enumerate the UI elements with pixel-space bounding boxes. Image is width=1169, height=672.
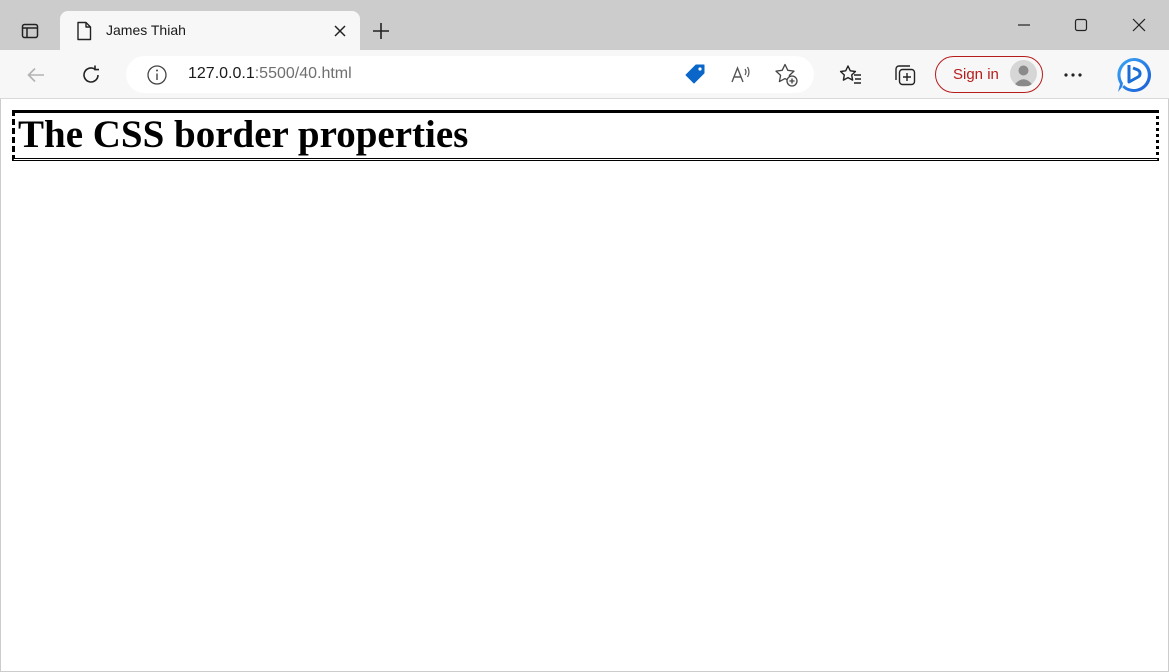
read-aloud-button[interactable]	[728, 62, 754, 88]
close-tab-icon	[334, 25, 346, 37]
back-button[interactable]	[19, 58, 53, 92]
collections-icon	[895, 65, 916, 86]
maximize-button[interactable]	[1058, 8, 1104, 42]
profile-avatar-icon	[1010, 60, 1037, 87]
coupon-icon	[685, 64, 705, 84]
add-favorite-button[interactable]	[773, 62, 799, 88]
back-icon	[27, 67, 44, 83]
page-viewport: The CSS border properties	[1, 99, 1168, 671]
coupon-button[interactable]	[682, 62, 708, 88]
favorites-button[interactable]	[834, 58, 868, 92]
tab-strip: James Thiah	[0, 0, 1169, 50]
sign-in-label: Sign in	[953, 66, 999, 83]
favorites-icon	[839, 65, 861, 84]
refresh-button[interactable]	[74, 58, 108, 92]
add-favorite-icon	[775, 63, 798, 87]
window-close-button[interactable]	[1116, 8, 1162, 42]
read-aloud-icon	[731, 66, 750, 83]
more-button[interactable]	[1056, 58, 1090, 92]
page-heading: The CSS border properties	[12, 110, 1159, 161]
tab-title: James Thiah	[106, 22, 186, 38]
browser-toolbar: 127.0.0.1:5500/40.html Sign in	[0, 50, 1169, 99]
new-tab-icon	[373, 23, 389, 39]
tab-actions-icon	[21, 23, 39, 39]
page-icon	[77, 21, 92, 41]
copilot-icon	[1117, 57, 1152, 92]
minimize-icon	[1018, 24, 1030, 26]
copilot-button[interactable]	[1114, 55, 1154, 95]
refresh-icon	[83, 65, 99, 83]
new-tab-button[interactable]	[366, 16, 396, 46]
active-tab[interactable]: James Thiah	[60, 11, 360, 50]
maximize-icon	[1074, 18, 1088, 32]
url-host: 127.0.0.1	[188, 65, 255, 82]
minimize-button[interactable]	[1001, 8, 1047, 42]
address-bar[interactable]: 127.0.0.1:5500/40.html	[126, 56, 814, 93]
window-close-icon	[1132, 18, 1146, 32]
collections-button[interactable]	[888, 58, 922, 92]
url-path: :5500/40.html	[254, 65, 352, 82]
tab-actions-button[interactable]	[12, 14, 48, 48]
info-icon[interactable]	[146, 64, 168, 86]
more-icon	[1064, 73, 1082, 77]
close-tab-button[interactable]	[330, 21, 350, 41]
sign-in-button[interactable]: Sign in	[935, 56, 1043, 93]
url-text[interactable]: 127.0.0.1:5500/40.html	[188, 65, 352, 83]
